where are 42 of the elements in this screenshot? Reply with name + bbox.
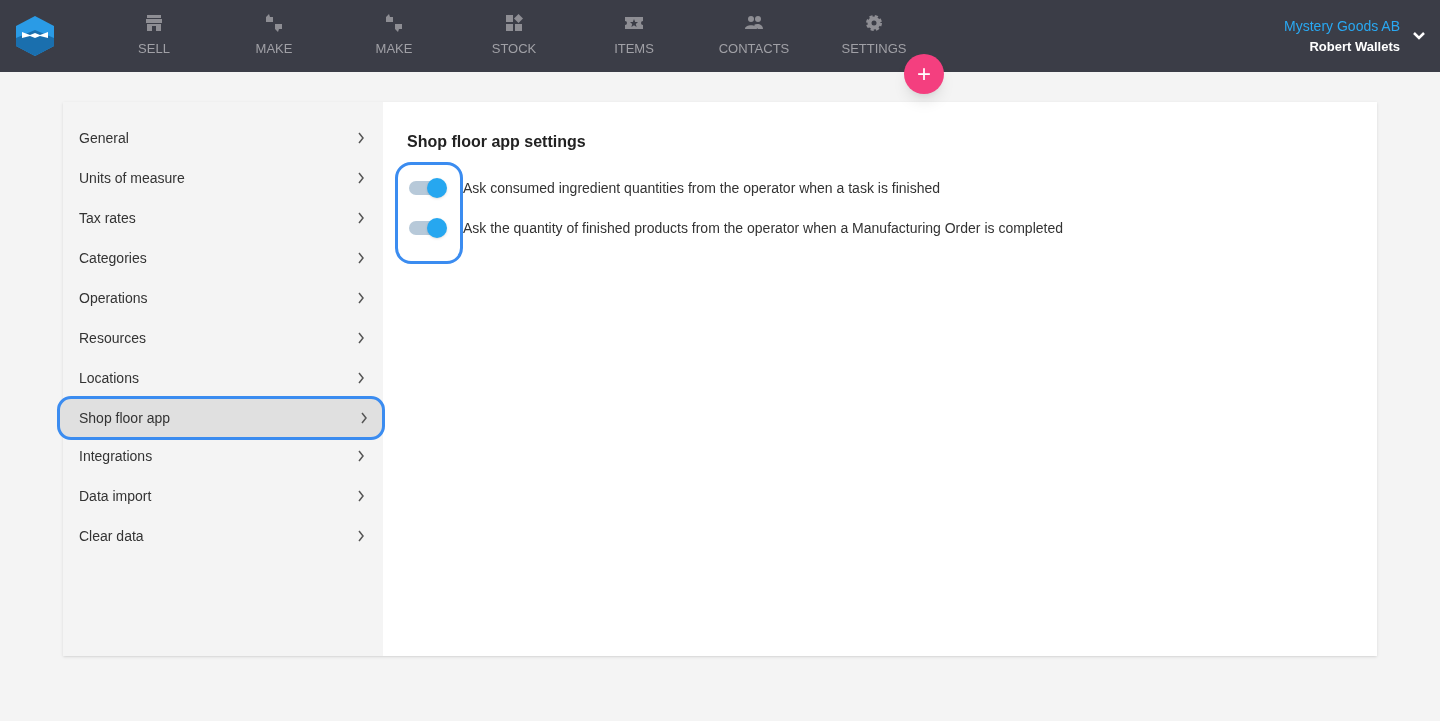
nav-tab[interactable]: STOCK: [454, 13, 574, 59]
toggle-switch[interactable]: [407, 217, 447, 239]
sidebar-item[interactable]: Tax rates: [63, 198, 383, 238]
toggle-label: Ask the quantity of finished products from the operator when a Manufacturing Order is completed: [463, 218, 1063, 238]
chevron-right-icon: [357, 372, 365, 384]
chevron-right-icon: [357, 530, 365, 542]
chevron-right-icon: [357, 490, 365, 502]
chevron-right-icon: [357, 332, 365, 344]
company-name: Mystery Goods AB: [1284, 16, 1400, 36]
add-button[interactable]: +: [904, 54, 944, 94]
blocks-icon: [504, 13, 524, 34]
nav-tab[interactable]: MAKE: [334, 13, 454, 59]
chevron-down-icon[interactable]: [1412, 31, 1426, 41]
chevron-right-icon: [357, 172, 365, 184]
sidebar-item[interactable]: Categories: [63, 238, 383, 278]
sidebar-item[interactable]: General: [63, 118, 383, 158]
sidebar-item[interactable]: Operations: [63, 278, 383, 318]
chevron-right-icon: [357, 132, 365, 144]
sidebar-item[interactable]: Shop floor app: [57, 396, 385, 440]
chevron-right-icon: [357, 292, 365, 304]
panel-title: Shop floor app settings: [407, 132, 587, 152]
thumbs-icon: [264, 13, 284, 34]
logo-icon[interactable]: [16, 16, 54, 56]
shop-icon: [144, 13, 164, 34]
thumbs-icon: [384, 13, 404, 34]
sidebar-item[interactable]: Resources: [63, 318, 383, 358]
chevron-right-icon: [357, 252, 365, 264]
toggle-switch[interactable]: [407, 177, 447, 199]
sidebar-item[interactable]: Units of measure: [63, 158, 383, 198]
chevron-right-icon: [360, 412, 368, 424]
nav-tab[interactable]: ITEMS: [574, 13, 694, 59]
sidebar-item[interactable]: Clear data: [63, 516, 383, 556]
nav-tab[interactable]: CONTACTS: [694, 13, 814, 59]
chevron-right-icon: [357, 212, 365, 224]
chevron-right-icon: [357, 450, 365, 462]
sidebar-item[interactable]: Data import: [63, 476, 383, 516]
gear-icon: [864, 13, 884, 34]
user-name: Robert Wallets: [1309, 37, 1400, 56]
nav-tab[interactable]: SELL: [94, 13, 214, 59]
toggle-label: Ask consumed ingredient quantities from the operator when a task is finished: [463, 178, 941, 198]
nav-tab[interactable]: MAKE: [214, 13, 334, 59]
sidebar-item[interactable]: Locations: [63, 358, 383, 398]
